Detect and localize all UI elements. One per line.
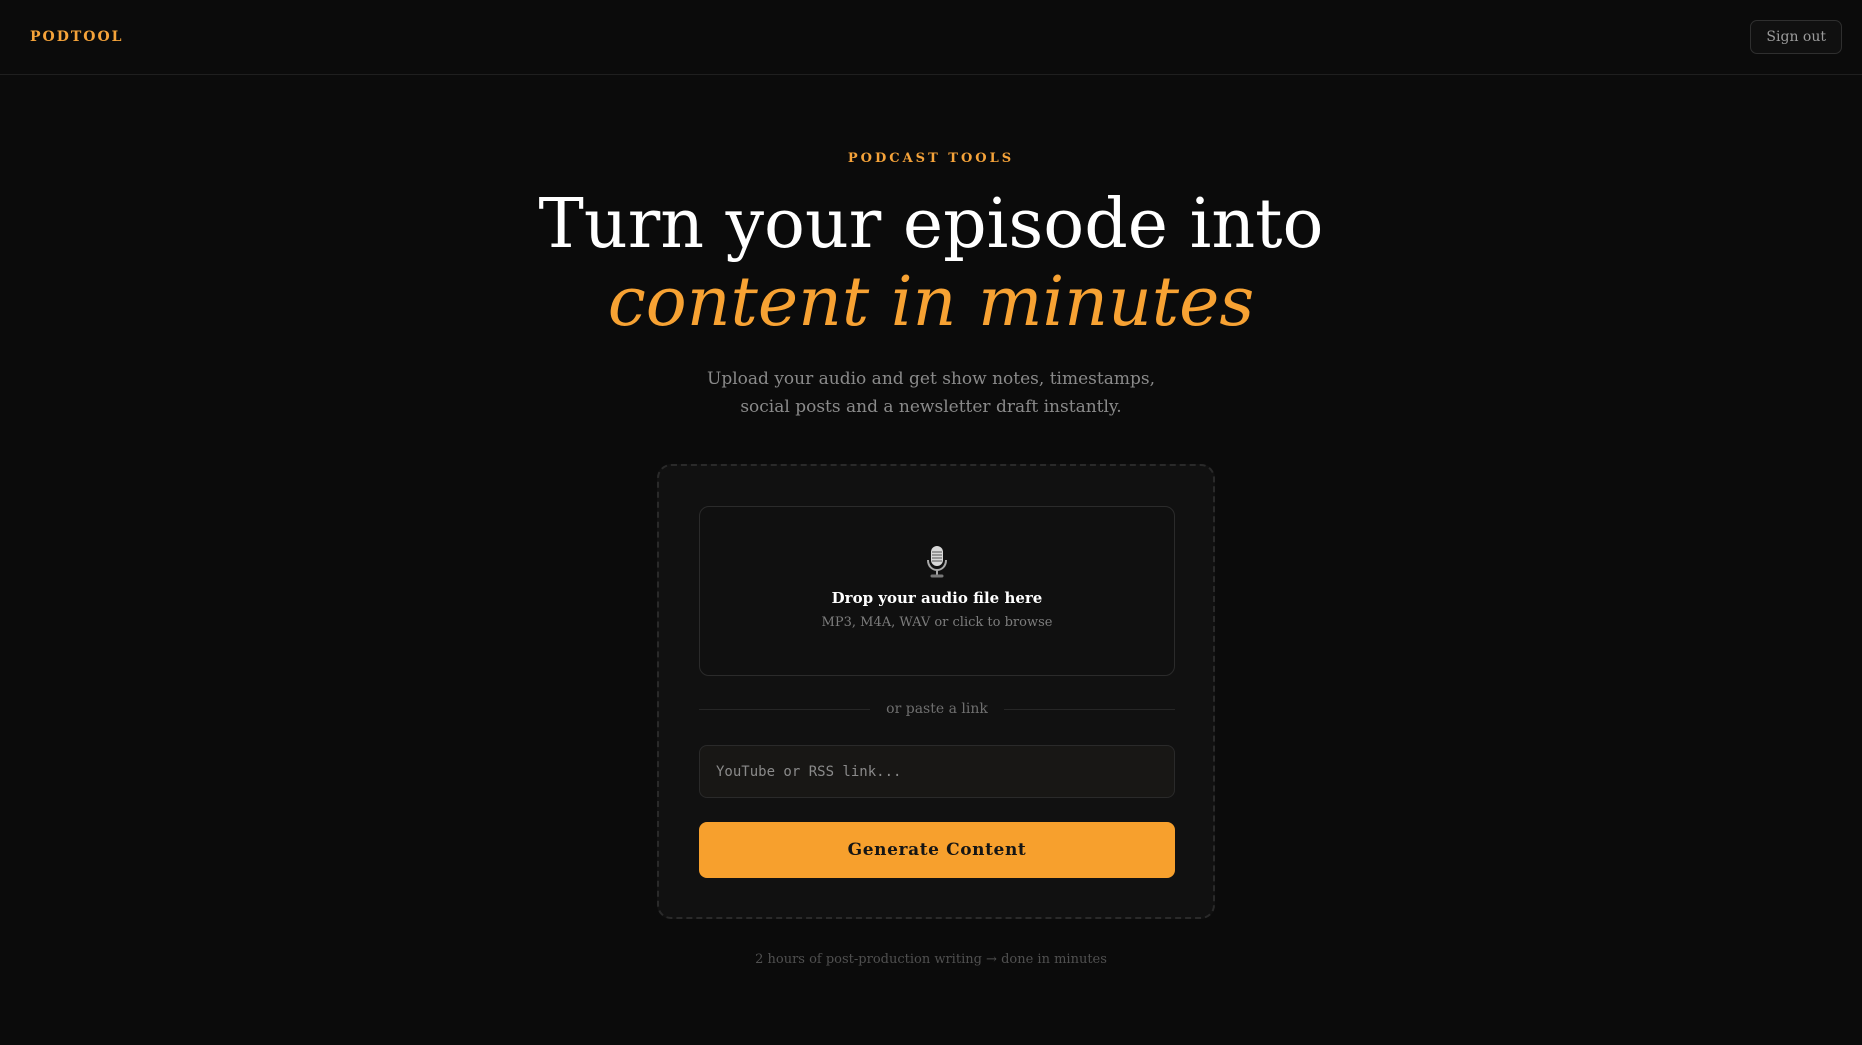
time-saving-note: 2 hours of post-production writing → don… bbox=[755, 952, 1107, 967]
dropzone-formats: MP3, M4A, WAV or click to browse bbox=[821, 615, 1053, 630]
top-navigation: PODTOOL Sign out bbox=[0, 0, 1862, 75]
divider-label: or paste a link bbox=[886, 701, 988, 717]
hero-section: PODCAST TOOLS Turn your episode into con… bbox=[0, 151, 1862, 421]
page-title: Turn your episode into content in minute… bbox=[0, 186, 1862, 342]
audio-dropzone[interactable]: Drop your audio file here MP3, M4A, WAV … bbox=[699, 506, 1175, 676]
hero-subtitle: Upload your audio and get show notes, ti… bbox=[707, 369, 1155, 417]
youtube-rss-link-input[interactable] bbox=[699, 745, 1175, 798]
brand-logo[interactable]: PODTOOL bbox=[30, 29, 124, 45]
dropzone-title: Drop your audio file here bbox=[831, 589, 1043, 607]
upload-card: Drop your audio file here MP3, M4A, WAV … bbox=[657, 464, 1215, 919]
headline-line-2: content in minutes bbox=[607, 263, 1255, 342]
section-eyebrow: PODCAST TOOLS bbox=[847, 151, 1015, 166]
divider-line-right bbox=[1003, 708, 1175, 710]
link-divider: or paste a link bbox=[699, 701, 1175, 717]
microphone-icon bbox=[927, 546, 947, 578]
sign-out-button[interactable]: Sign out bbox=[1750, 20, 1842, 54]
divider-line-left bbox=[699, 708, 871, 710]
headline-line-1: Turn your episode into bbox=[538, 185, 1324, 264]
generate-content-button[interactable]: Generate Content bbox=[699, 822, 1175, 878]
